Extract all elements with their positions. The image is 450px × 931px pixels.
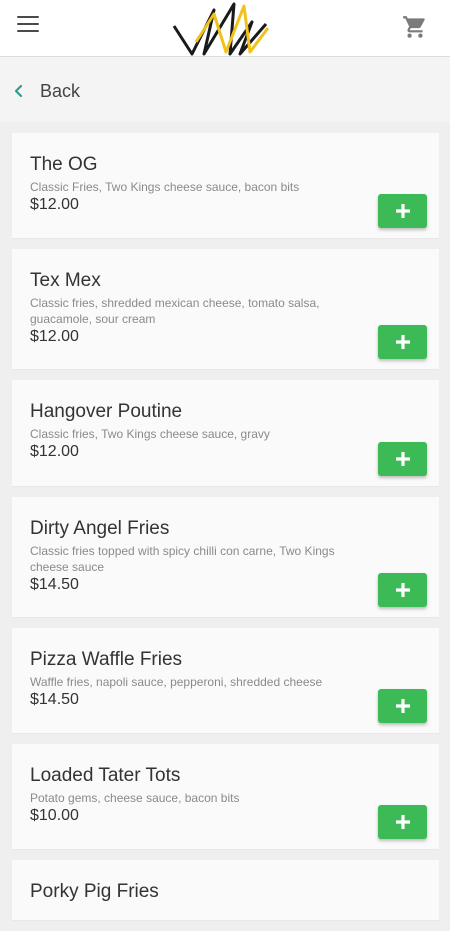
menu-item-card: Loaded Tater Tots Potato gems, cheese sa…: [12, 744, 439, 849]
menu-item-card: Hangover Poutine Classic fries, Two King…: [12, 380, 439, 486]
add-to-cart-button[interactable]: [378, 194, 427, 228]
plus-icon: [395, 204, 410, 218]
menu-item-card: Tex Mex Classic fries, shredded mexican …: [12, 249, 439, 369]
crown-logo-icon[interactable]: [170, 2, 272, 56]
menu-item-price: $10.00: [30, 807, 79, 824]
menu-item-description: Potato gems, cheese sauce, bacon bits: [30, 791, 240, 805]
menu-item-price: $12.00: [30, 196, 79, 213]
menu-item-title: Porky Pig Fries: [30, 881, 159, 902]
shopping-cart-icon[interactable]: [402, 14, 428, 40]
menu-item-title: Pizza Waffle Fries: [30, 649, 183, 670]
menu-item-price: $12.00: [30, 328, 79, 345]
add-to-cart-button[interactable]: [378, 805, 427, 839]
back-bar: Back: [0, 57, 450, 122]
plus-icon: [395, 335, 410, 349]
menu-item-price: $14.50: [30, 691, 79, 708]
plus-icon: [395, 815, 410, 829]
hamburger-menu-icon[interactable]: [17, 14, 39, 34]
menu-item-list: The OG Classic Fries, Two Kings cheese s…: [12, 133, 439, 931]
menu-item-title: Dirty Angel Fries: [30, 518, 170, 539]
menu-item-title: Loaded Tater Tots: [30, 765, 181, 786]
menu-item-card: Porky Pig Fries: [12, 860, 439, 920]
add-to-cart-button[interactable]: [378, 689, 427, 723]
menu-item-description: Classic fries topped with spicy chilli c…: [30, 544, 335, 574]
back-label: Back: [40, 80, 81, 101]
menu-item-card: The OG Classic Fries, Two Kings cheese s…: [12, 133, 439, 238]
menu-item-description: Waffle fries, napoli sauce, pepperoni, s…: [30, 675, 323, 689]
plus-icon: [395, 583, 410, 597]
menu-item-description: Classic fries, Two Kings cheese sauce, g…: [30, 427, 270, 441]
add-to-cart-button[interactable]: [378, 573, 427, 607]
menu-item-description: Classic fries, shredded mexican cheese, …: [30, 296, 320, 326]
chevron-left-icon: [14, 84, 23, 98]
menu-item-price: $14.50: [30, 576, 79, 593]
menu-item-title: Hangover Poutine: [30, 401, 183, 422]
menu-item-description: Classic Fries, Two Kings cheese sauce, b…: [30, 180, 300, 194]
menu-item-title: The OG: [30, 154, 98, 175]
plus-icon: [395, 452, 410, 466]
menu-item-price: $12.00: [30, 443, 79, 460]
menu-item-card: Dirty Angel Fries Classic fries topped w…: [12, 497, 439, 617]
menu-item-title: Tex Mex: [30, 270, 101, 291]
back-button[interactable]: Back: [12, 79, 80, 103]
plus-icon: [395, 699, 410, 713]
add-to-cart-button[interactable]: [378, 325, 427, 359]
menu-item-card: Pizza Waffle Fries Waffle fries, napoli …: [12, 628, 439, 733]
add-to-cart-button[interactable]: [378, 442, 427, 476]
top-app-bar: [0, 0, 450, 57]
